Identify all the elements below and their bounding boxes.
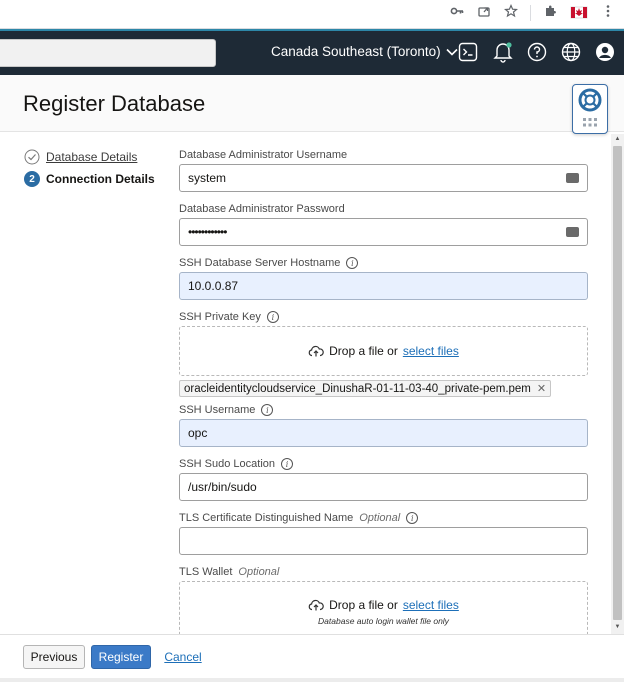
info-icon[interactable]: i — [261, 404, 274, 416]
region-label: Canada Southeast (Toronto) — [271, 44, 441, 59]
ssh-hostname-input[interactable]: 10.0.0.87 — [179, 272, 588, 300]
admin-password-label: Database Administrator Password — [179, 202, 589, 216]
ssh-private-key-label: SSH Private Key i — [179, 310, 589, 324]
ssh-hostname-label: SSH Database Server Hostname i — [179, 256, 589, 270]
profile-flag-icon[interactable] — [569, 4, 589, 22]
ssh-private-key-dropzone[interactable]: Drop a file or select files — [179, 326, 588, 376]
admin-password-value: •••••••••••• — [188, 225, 227, 239]
more-icon[interactable] — [600, 4, 616, 22]
ssh-username-label: SSH Username i — [179, 403, 589, 417]
step-number: 2 — [24, 171, 40, 187]
ssh-sudo-location-label: SSH Sudo Location i — [179, 457, 589, 471]
tls-cert-dn-label: TLS Certificate Distinguished Name Option… — [179, 511, 589, 525]
password-manager-icon[interactable] — [566, 227, 579, 237]
tls-cert-dn-label-text: TLS Certificate Distinguished Name — [179, 512, 354, 524]
select-files-link[interactable]: select files — [403, 344, 459, 358]
optional-tag: Optional — [238, 566, 280, 578]
notifications-icon[interactable] — [492, 41, 514, 63]
tls-cert-dn-input[interactable] — [179, 527, 588, 555]
page-header: Register Database — [0, 75, 624, 132]
chevron-down-icon — [446, 48, 458, 56]
step-label-database-details[interactable]: Database Details — [46, 150, 137, 164]
wizard-steps: Database Details 2 Connection Details — [24, 147, 155, 191]
admin-username-input[interactable]: system — [179, 164, 588, 192]
page-title: Register Database — [23, 91, 206, 116]
info-icon[interactable]: i — [266, 311, 279, 323]
ssh-sudo-location-value: /usr/bin/sudo — [188, 480, 257, 494]
share-icon[interactable] — [476, 4, 492, 22]
ssh-username-input[interactable]: opc — [179, 419, 588, 447]
ssh-hostname-label-text: SSH Database Server Hostname — [179, 257, 341, 269]
ssh-private-key-label-text: SSH Private Key — [179, 311, 261, 323]
dropzone-line: Drop a file or select files — [308, 344, 459, 358]
browser-toolbar — [0, 0, 624, 29]
check-circle-icon — [24, 149, 40, 165]
dropzone-hint: Database auto login wallet file only — [318, 616, 449, 626]
optional-tag: Optional — [359, 512, 401, 524]
info-icon[interactable]: i — [346, 257, 359, 269]
wizard-footer: Previous Register Cancel — [0, 634, 624, 682]
remove-file-icon[interactable]: ✕ — [537, 382, 546, 395]
admin-password-input[interactable]: •••••••••••• — [179, 218, 588, 246]
user-icon[interactable] — [594, 41, 616, 63]
browser-toolbar-icons — [449, 3, 616, 22]
cloud-upload-icon — [308, 345, 324, 357]
attached-file-name: oracleidentitycloudservice_DinushaR-01-1… — [184, 382, 531, 395]
support-button[interactable] — [572, 84, 608, 134]
step-label-connection-details: Connection Details — [46, 172, 155, 186]
ssh-hostname-value: 10.0.0.87 — [188, 279, 239, 293]
tls-wallet-label-text: TLS Wallet — [179, 566, 233, 578]
bottom-divider — [0, 678, 624, 682]
ssh-username-label-text: SSH Username — [179, 404, 256, 416]
password-manager-icon[interactable] — [566, 173, 579, 183]
scroll-down-arrow[interactable]: ▼ — [613, 624, 622, 630]
admin-username-label-text: Database Administrator Username — [179, 149, 348, 161]
admin-username-label: Database Administrator Username — [179, 148, 589, 162]
console-header: Canada Southeast (Toronto) — [0, 31, 624, 75]
scroll-up-arrow[interactable]: ▲ — [613, 136, 622, 142]
language-icon[interactable] — [560, 41, 582, 63]
ssh-sudo-location-input[interactable]: /usr/bin/sudo — [179, 473, 588, 501]
ssh-username-value: opc — [188, 426, 208, 440]
scrollbar-thumb[interactable] — [613, 146, 622, 620]
ssh-sudo-location-label-text: SSH Sudo Location — [179, 458, 276, 470]
cancel-link[interactable]: Cancel — [164, 645, 201, 669]
lifebuoy-icon — [578, 88, 602, 127]
attached-file-chip: oracleidentitycloudservice_DinushaR-01-1… — [179, 380, 552, 397]
tls-wallet-label: TLS Wallet Optional — [179, 565, 589, 579]
register-button[interactable]: Register — [91, 645, 151, 669]
cloud-upload-icon — [308, 599, 324, 611]
help-icon[interactable] — [526, 41, 548, 63]
info-icon[interactable]: i — [281, 458, 294, 470]
info-icon[interactable]: i — [406, 512, 419, 524]
dropzone-text: Drop a file or — [329, 344, 398, 358]
select-files-link[interactable]: select files — [403, 598, 459, 612]
admin-password-label-text: Database Administrator Password — [179, 203, 345, 215]
step-database-details[interactable]: Database Details — [24, 147, 155, 167]
connection-details-form: Database Administrator Username system D… — [179, 148, 589, 643]
previous-button[interactable]: Previous — [23, 645, 85, 669]
cloud-shell-icon[interactable] — [457, 41, 479, 63]
dropzone-line: Drop a file or select files — [308, 598, 459, 612]
search-input[interactable] — [0, 39, 216, 67]
admin-username-value: system — [188, 171, 227, 185]
key-icon[interactable] — [449, 4, 465, 22]
dropzone-text: Drop a file or — [329, 598, 398, 612]
extensions-icon[interactable] — [542, 4, 558, 22]
star-icon[interactable] — [503, 3, 519, 22]
toolbar-divider — [530, 5, 531, 21]
region-selector[interactable]: Canada Southeast (Toronto) — [271, 44, 458, 59]
step-connection-details: 2 Connection Details — [24, 169, 155, 189]
